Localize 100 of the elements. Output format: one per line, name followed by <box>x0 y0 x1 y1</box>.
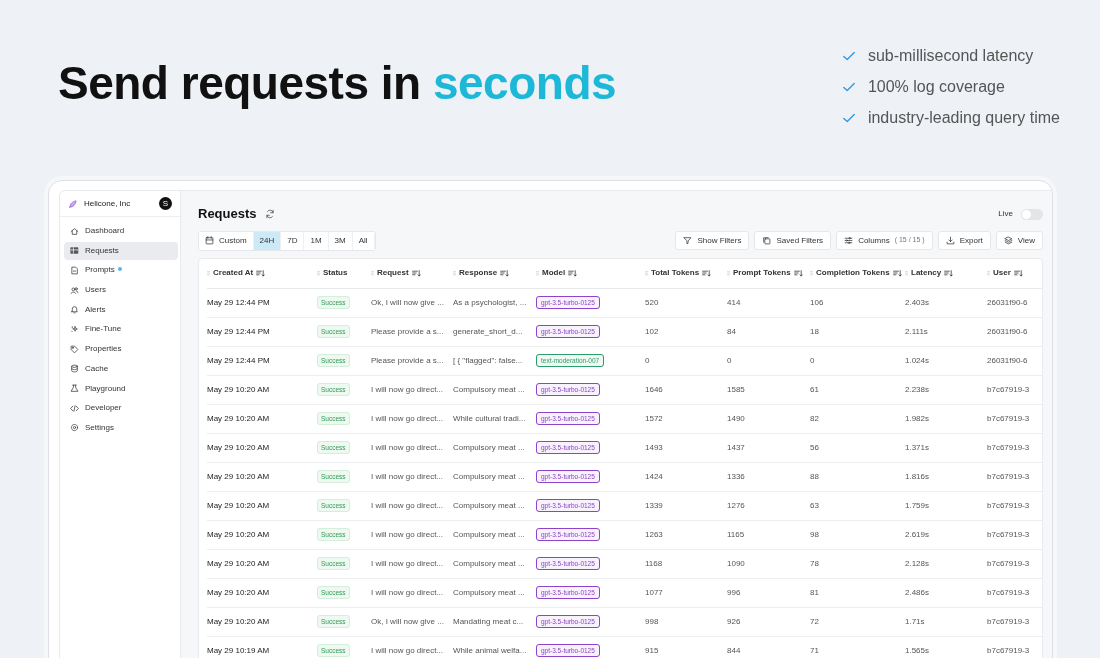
sidebar-item[interactable]: Playground <box>64 379 178 398</box>
sidebar-item[interactable]: Fine-Tune <box>64 320 178 339</box>
table-cell: 2.238s <box>905 384 930 394</box>
table-cell: Compulsory meat ... <box>453 384 525 394</box>
table-cell: May 29 12:44 PM <box>207 297 270 307</box>
toolbar-button[interactable]: View <box>995 231 1043 250</box>
table-cell: 1424 <box>645 471 663 481</box>
sort-icon <box>793 268 803 277</box>
table-cell: 1263 <box>645 529 663 539</box>
table-cell: 520 <box>645 297 659 307</box>
column-header[interactable]: Response <box>453 266 510 279</box>
sidebar-item[interactable]: Properties <box>64 340 178 359</box>
gear-icon <box>70 423 79 433</box>
table-cell: 996 <box>727 587 741 597</box>
table-cell: I will now go direct... <box>371 529 444 539</box>
table-cell: May 29 10:20 AM <box>207 500 270 510</box>
table-cell: Ok, I will now give ... <box>371 297 444 307</box>
table-cell: 98 <box>810 529 819 539</box>
sidebar-item[interactable]: Settings <box>64 418 178 437</box>
table-cell: 844 <box>727 645 741 655</box>
toolbar-button[interactable]: Saved Filters <box>754 231 832 250</box>
column-header[interactable]: Request <box>371 266 421 279</box>
check-icon <box>841 81 856 93</box>
table-cell: 1.371s <box>905 442 930 452</box>
headline: Send requests in seconds <box>58 58 617 111</box>
table-cell: 1.759s <box>905 500 930 510</box>
time-range-tab[interactable]: 24H <box>253 231 282 250</box>
bell-icon <box>70 305 79 315</box>
column-header[interactable]: Total Tokens <box>645 266 712 279</box>
table-cell: 2.619s <box>905 529 930 539</box>
sidebar-item[interactable]: Cache <box>64 359 178 378</box>
table-cell: I will now go direct... <box>371 413 444 423</box>
home-icon <box>70 226 79 236</box>
check-icon <box>841 112 856 124</box>
toolbar-button[interactable]: Export <box>937 231 991 250</box>
table-cell: Please provide a s... <box>371 326 444 336</box>
sort-icon <box>702 268 712 277</box>
flask-icon <box>70 384 79 393</box>
table-cell: 78 <box>810 558 819 568</box>
table-cell: While animal welfa... <box>453 645 527 655</box>
table-cell: 1276 <box>727 500 745 510</box>
toolbar-button[interactable]: Show Filters <box>675 231 750 250</box>
table-cell: 1585 <box>727 384 745 394</box>
check-icon <box>841 50 856 62</box>
column-header[interactable]: Completion Tokens <box>810 266 902 279</box>
table-cell: May 29 10:20 AM <box>207 616 270 626</box>
table-cell: b7c67919-3 <box>987 558 1030 568</box>
column-header[interactable]: Prompt Tokens <box>727 266 803 279</box>
document-icon <box>70 265 79 275</box>
sidebar-item[interactable]: Prompts <box>64 261 178 280</box>
sidebar-item[interactable]: Developer <box>64 399 178 418</box>
table-cell: 1.565s <box>905 645 930 655</box>
table-cell: As a psychologist, ... <box>453 297 527 307</box>
sidebar-item[interactable]: Users <box>64 281 178 300</box>
sidebar-item[interactable]: Alerts <box>64 300 178 319</box>
column-header[interactable]: Status <box>317 266 348 279</box>
sort-icon <box>500 268 510 277</box>
table-cell: 0 <box>727 355 732 365</box>
column-header[interactable]: Created At <box>207 266 266 279</box>
calendar-icon <box>205 236 214 245</box>
table-cell: 1.71s <box>905 616 925 626</box>
column-header[interactable]: Model <box>536 266 578 279</box>
table-cell: 1437 <box>727 442 745 452</box>
sidebar-item[interactable]: Dashboard <box>64 222 178 240</box>
table-cell: [ { "flagged": false... <box>453 355 523 365</box>
column-header[interactable]: Latency <box>905 266 954 279</box>
table-cell: 72 <box>810 616 819 626</box>
time-range-tab[interactable]: Custom <box>199 231 254 250</box>
sparkle-icon <box>70 324 79 334</box>
sort-icon <box>411 268 421 277</box>
column-header[interactable]: User <box>987 266 1023 279</box>
refresh-button[interactable] <box>264 209 275 219</box>
table-cell: May 29 10:20 AM <box>207 558 270 568</box>
table-cell: Ok, I will now give ... <box>371 616 444 626</box>
table-cell: 0 <box>645 355 650 365</box>
table-cell: May 29 10:20 AM <box>207 471 270 481</box>
sidebar-item[interactable]: Requests <box>64 241 178 260</box>
table-cell: Compulsory meat ... <box>453 587 525 597</box>
layers-icon <box>1003 236 1013 245</box>
table-cell: b7c67919-3 <box>987 442 1030 452</box>
table-cell: 1165 <box>727 529 745 539</box>
table-cell: 1077 <box>645 587 663 597</box>
sort-icon <box>1013 268 1023 277</box>
live-toggle[interactable] <box>1021 208 1043 220</box>
table-cell: 1090 <box>727 558 745 568</box>
table-cell: 84 <box>727 326 736 336</box>
sliders-icon <box>844 236 854 245</box>
database-icon <box>70 364 79 374</box>
table-cell: 1490 <box>727 413 745 423</box>
table-cell: b7c67919-3 <box>987 529 1030 539</box>
table-cell: 26031f90-6 <box>987 355 1028 365</box>
table-cell: b7c67919-3 <box>987 384 1030 394</box>
table-cell: 915 <box>645 645 659 655</box>
table-cell: Mandating meat c... <box>453 616 524 626</box>
logo-icon <box>68 198 78 209</box>
table-cell: 71 <box>810 645 819 655</box>
table-cell: 1336 <box>727 471 745 481</box>
sort-icon <box>944 268 954 277</box>
table-cell: Compulsory meat ... <box>453 529 525 539</box>
table-cell: Please provide a s... <box>371 355 444 365</box>
